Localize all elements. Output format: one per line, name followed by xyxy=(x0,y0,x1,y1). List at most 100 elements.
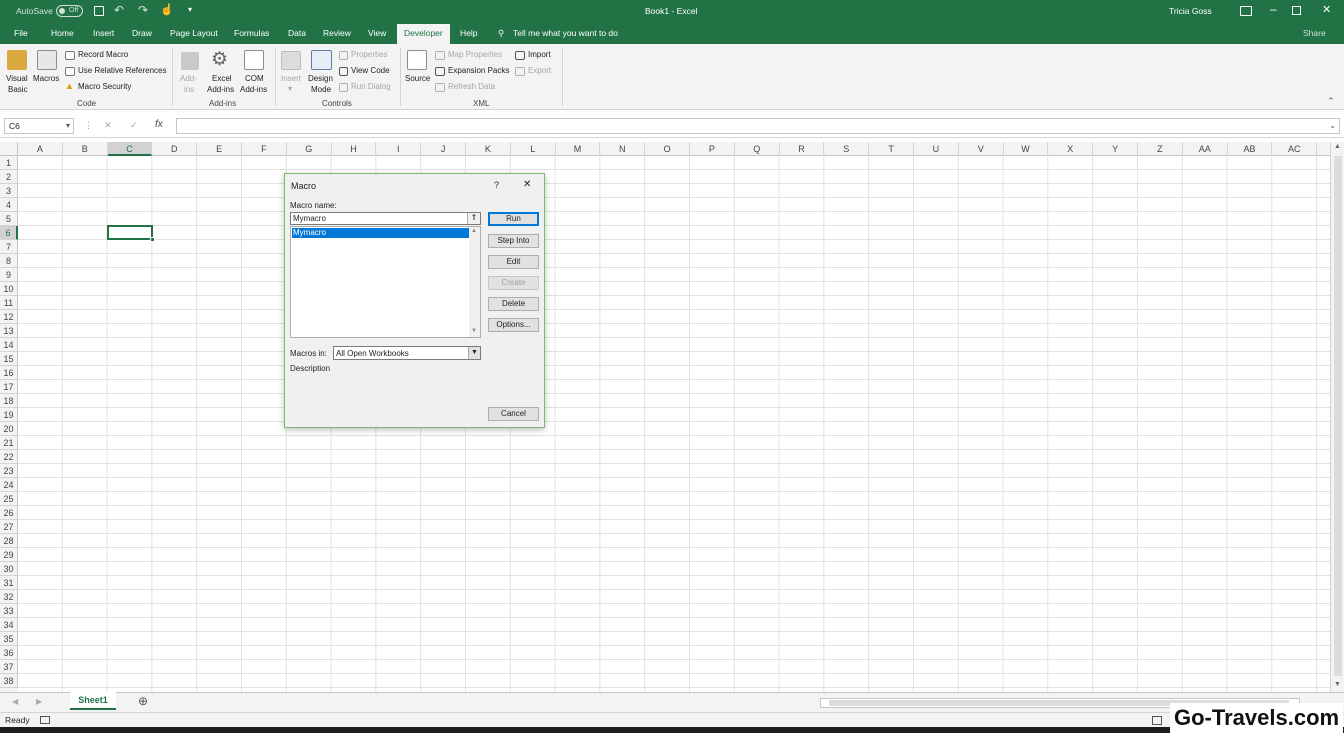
options-button[interactable]: Options... xyxy=(488,318,539,332)
cancel-entry-icon[interactable]: ✕ xyxy=(104,120,112,131)
column-header[interactable]: U xyxy=(914,142,959,156)
column-header[interactable]: Y xyxy=(1093,142,1138,156)
row-header[interactable]: 3 xyxy=(0,184,18,198)
visual-basic-label-1[interactable]: Visual xyxy=(6,74,28,83)
addins-icon[interactable] xyxy=(181,52,199,70)
upload-arrow-icon[interactable]: ⇑ xyxy=(467,213,480,224)
column-header[interactable]: D xyxy=(152,142,198,156)
macro-security-button[interactable]: Macro Security xyxy=(78,82,131,91)
row-header[interactable]: 14 xyxy=(0,338,18,352)
column-header[interactable]: I xyxy=(376,142,422,156)
scroll-down-icon[interactable]: ▼ xyxy=(1334,681,1341,688)
expand-formula-icon[interactable]: ⌄ xyxy=(1329,121,1336,130)
row-header[interactable]: 10 xyxy=(0,282,18,296)
row-header[interactable]: 32 xyxy=(0,590,18,604)
row-header[interactable]: 37 xyxy=(0,660,18,674)
close-window-icon[interactable]: ✕ xyxy=(1322,3,1331,16)
redo-icon[interactable]: ↷ xyxy=(138,3,148,17)
row-header[interactable]: 16 xyxy=(0,366,18,380)
row-header[interactable]: 28 xyxy=(0,534,18,548)
column-header[interactable]: N xyxy=(600,142,646,156)
excel-addins-label-1[interactable]: Excel xyxy=(212,74,232,83)
row-header[interactable]: 19 xyxy=(0,408,18,422)
column-header[interactable]: Q xyxy=(735,142,780,156)
share-button[interactable]: Share xyxy=(1303,28,1326,38)
design-mode-label-1[interactable]: Design xyxy=(308,74,333,83)
column-header[interactable]: AB xyxy=(1228,142,1273,156)
row-header[interactable]: 6 xyxy=(0,226,18,240)
visual-basic-label-2[interactable]: Basic xyxy=(8,85,28,94)
tab-page-layout[interactable]: Page Layout xyxy=(170,28,218,38)
row-header[interactable]: 31 xyxy=(0,576,18,590)
autosave-toggle[interactable]: Off xyxy=(56,5,83,17)
tab-view[interactable]: View xyxy=(368,28,386,38)
user-name[interactable]: Tricia Goss xyxy=(1169,6,1212,16)
record-macro-button[interactable]: Record Macro xyxy=(78,50,128,59)
customize-qat-icon[interactable]: ▾ xyxy=(188,5,192,14)
com-addins-label-2[interactable]: Add-ins xyxy=(240,85,267,94)
collapse-ribbon-icon[interactable]: ⌃ xyxy=(1327,96,1335,107)
touch-mode-icon[interactable]: ☝ xyxy=(160,3,174,16)
new-sheet-icon[interactable]: ⊕ xyxy=(138,694,148,708)
row-header[interactable]: 15 xyxy=(0,352,18,366)
view-code-button[interactable]: View Code xyxy=(351,66,390,75)
tab-file[interactable]: File xyxy=(14,28,28,38)
scroll-up-icon[interactable]: ▲ xyxy=(1334,143,1341,150)
row-header[interactable]: 4 xyxy=(0,198,18,212)
row-header[interactable]: 13 xyxy=(0,324,18,338)
row-header[interactable]: 12 xyxy=(0,310,18,324)
macro-recording-icon[interactable] xyxy=(40,716,50,724)
column-header[interactable]: R xyxy=(780,142,825,156)
com-addins-icon[interactable] xyxy=(244,50,264,70)
macro-name-input[interactable]: Mymacro ⇑ xyxy=(290,212,481,225)
source-icon[interactable] xyxy=(407,50,427,70)
row-header[interactable]: 9 xyxy=(0,268,18,282)
fill-handle[interactable] xyxy=(150,237,155,242)
column-header[interactable]: K xyxy=(466,142,511,156)
column-header[interactable]: H xyxy=(332,142,377,156)
cell-grid[interactable] xyxy=(18,156,1330,692)
ribbon-display-options-icon[interactable] xyxy=(1240,6,1252,16)
selected-cell-c6[interactable] xyxy=(107,225,155,242)
column-header[interactable]: C xyxy=(107,142,153,156)
row-header[interactable]: 2 xyxy=(0,170,18,184)
create-button[interactable]: Create xyxy=(488,276,539,290)
use-relative-references-button[interactable]: Use Relative References xyxy=(78,66,166,75)
row-header[interactable]: 11 xyxy=(0,296,18,310)
row-header[interactable]: 36 xyxy=(0,646,18,660)
com-addins-label-1[interactable]: COM xyxy=(245,74,264,83)
scroll-up-icon[interactable]: ▲ xyxy=(471,228,477,234)
column-header[interactable]: Z xyxy=(1138,142,1183,156)
column-header[interactable]: O xyxy=(645,142,690,156)
tab-formulas[interactable]: Formulas xyxy=(234,28,269,38)
save-icon[interactable] xyxy=(94,6,104,16)
macros-label[interactable]: Macros xyxy=(33,74,59,83)
row-header[interactable]: 24 xyxy=(0,478,18,492)
design-mode-icon[interactable] xyxy=(311,50,332,70)
row-header[interactable]: 25 xyxy=(0,492,18,506)
column-header[interactable]: X xyxy=(1048,142,1094,156)
row-header[interactable]: 21 xyxy=(0,436,18,450)
scroll-thumb[interactable] xyxy=(1334,156,1342,676)
tab-data[interactable]: Data xyxy=(288,28,306,38)
vertical-scrollbar[interactable]: ▲ ▼ xyxy=(1330,142,1344,692)
tab-insert[interactable]: Insert xyxy=(93,28,114,38)
restore-icon[interactable] xyxy=(1292,6,1301,15)
row-header[interactable]: 38 xyxy=(0,674,18,688)
row-header[interactable]: 8 xyxy=(0,254,18,268)
row-header[interactable]: 26 xyxy=(0,506,18,520)
column-header[interactable]: J xyxy=(421,142,466,156)
chevron-down-icon[interactable]: ▼ xyxy=(468,347,480,359)
select-all-corner[interactable] xyxy=(0,142,18,156)
column-header[interactable]: AA xyxy=(1183,142,1228,156)
macros-icon[interactable] xyxy=(37,50,57,70)
enter-entry-icon[interactable]: ✓ xyxy=(130,120,138,131)
row-header[interactable]: 17 xyxy=(0,380,18,394)
column-header[interactable]: M xyxy=(556,142,601,156)
row-header[interactable]: 27 xyxy=(0,520,18,534)
source-label[interactable]: Source xyxy=(405,74,430,83)
row-header[interactable]: 30 xyxy=(0,562,18,576)
edit-button[interactable]: Edit xyxy=(488,255,539,269)
row-header[interactable]: 7 xyxy=(0,240,18,254)
import-button[interactable]: Import xyxy=(528,50,551,59)
